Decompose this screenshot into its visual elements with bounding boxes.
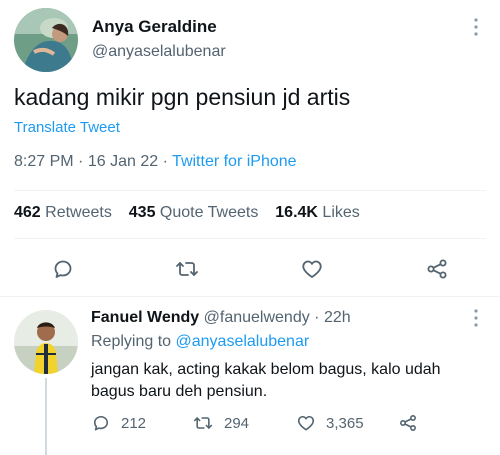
translate-tweet-link[interactable]: Translate Tweet: [14, 119, 120, 136]
author-avatar[interactable]: [14, 8, 78, 72]
author-handle[interactable]: @anyaselalubenar: [92, 43, 226, 61]
reply-text-line: bagus baru deh pensiun.: [91, 383, 268, 400]
retweets-label: Retweets: [45, 204, 112, 221]
reply-like-count: 3,365: [326, 414, 364, 432]
quote-tweets-label: Quote Tweets: [159, 204, 259, 221]
divider: [14, 238, 486, 239]
tweet-text: kadang mikir pgn pensiun jd artis: [14, 84, 351, 110]
divider: [14, 190, 486, 191]
replying-to-label: Replying to: [91, 333, 172, 350]
replying-to-handle[interactable]: @anyaselalubenar: [176, 333, 310, 350]
author-name[interactable]: Anya Geraldine: [92, 17, 217, 37]
tweet-time[interactable]: 8:27 PM: [14, 153, 74, 170]
reply-text-line: jangan kak, acting kakak belom bagus, ka…: [91, 361, 441, 378]
quote-tweets-stat[interactable]: 435 Quote Tweets: [129, 204, 263, 221]
divider: [0, 296, 500, 297]
tweet-source-link[interactable]: Twitter for iPhone: [172, 153, 297, 170]
tweet-date[interactable]: 16 Jan 22: [88, 153, 158, 170]
reply-author-handle[interactable]: @fanuelwendy: [204, 309, 310, 326]
tweet-timestamp: 8:27 PM · 16 Jan 22 · Twitter for iPhone: [14, 153, 297, 171]
reply-retweet-count: 294: [224, 414, 250, 432]
reply-author-avatar[interactable]: [14, 310, 78, 374]
reply-like-button[interactable]: 3,365: [296, 413, 364, 433]
reply-more-options-icon[interactable]: [471, 309, 481, 327]
like-icon: [302, 260, 322, 278]
likes-count: 16.4K: [275, 204, 318, 221]
retweets-count: 462: [14, 204, 41, 221]
reply-age[interactable]: 22h: [324, 309, 351, 326]
likes-label: Likes: [322, 204, 360, 221]
thread-line: [45, 378, 47, 455]
share-icon: [427, 259, 447, 279]
reply-reply-count: 212: [121, 414, 147, 432]
reply-header: Fanuel Wendy @fanuelwendy · 22h: [91, 309, 351, 327]
likes-stat[interactable]: 16.4K Likes: [275, 204, 360, 221]
separator-dot: ·: [314, 309, 320, 326]
reply-icon: [93, 415, 109, 431]
more-options-icon[interactable]: [471, 18, 481, 36]
retweet-icon: [193, 417, 213, 429]
reply-retweet-button[interactable]: 294: [192, 413, 249, 433]
like-button[interactable]: [295, 252, 329, 286]
reply-icon: [54, 260, 72, 278]
quote-tweets-count: 435: [128, 204, 156, 221]
replying-to: Replying to @anyaselalubenar: [91, 333, 309, 351]
reply-author-name[interactable]: Fanuel Wendy: [91, 309, 199, 326]
retweet-button[interactable]: [170, 252, 204, 286]
share-button[interactable]: [420, 252, 454, 286]
reply-share-button[interactable]: [398, 413, 418, 433]
separator-dot: ·: [162, 153, 168, 170]
reply-button[interactable]: [46, 252, 80, 286]
retweets-stat[interactable]: 462 Retweets: [14, 204, 116, 221]
tweet-stats: 462 Retweets 435 Quote Tweets 16.4K Like…: [14, 204, 360, 222]
separator-dot: ·: [78, 153, 84, 170]
reply-reply-button[interactable]: 212: [91, 413, 146, 433]
share-icon: [400, 415, 416, 431]
retweet-icon: [176, 262, 198, 276]
like-icon: [297, 415, 315, 431]
reply-text: jangan kak, acting kakak belom bagus, ka…: [91, 359, 441, 403]
